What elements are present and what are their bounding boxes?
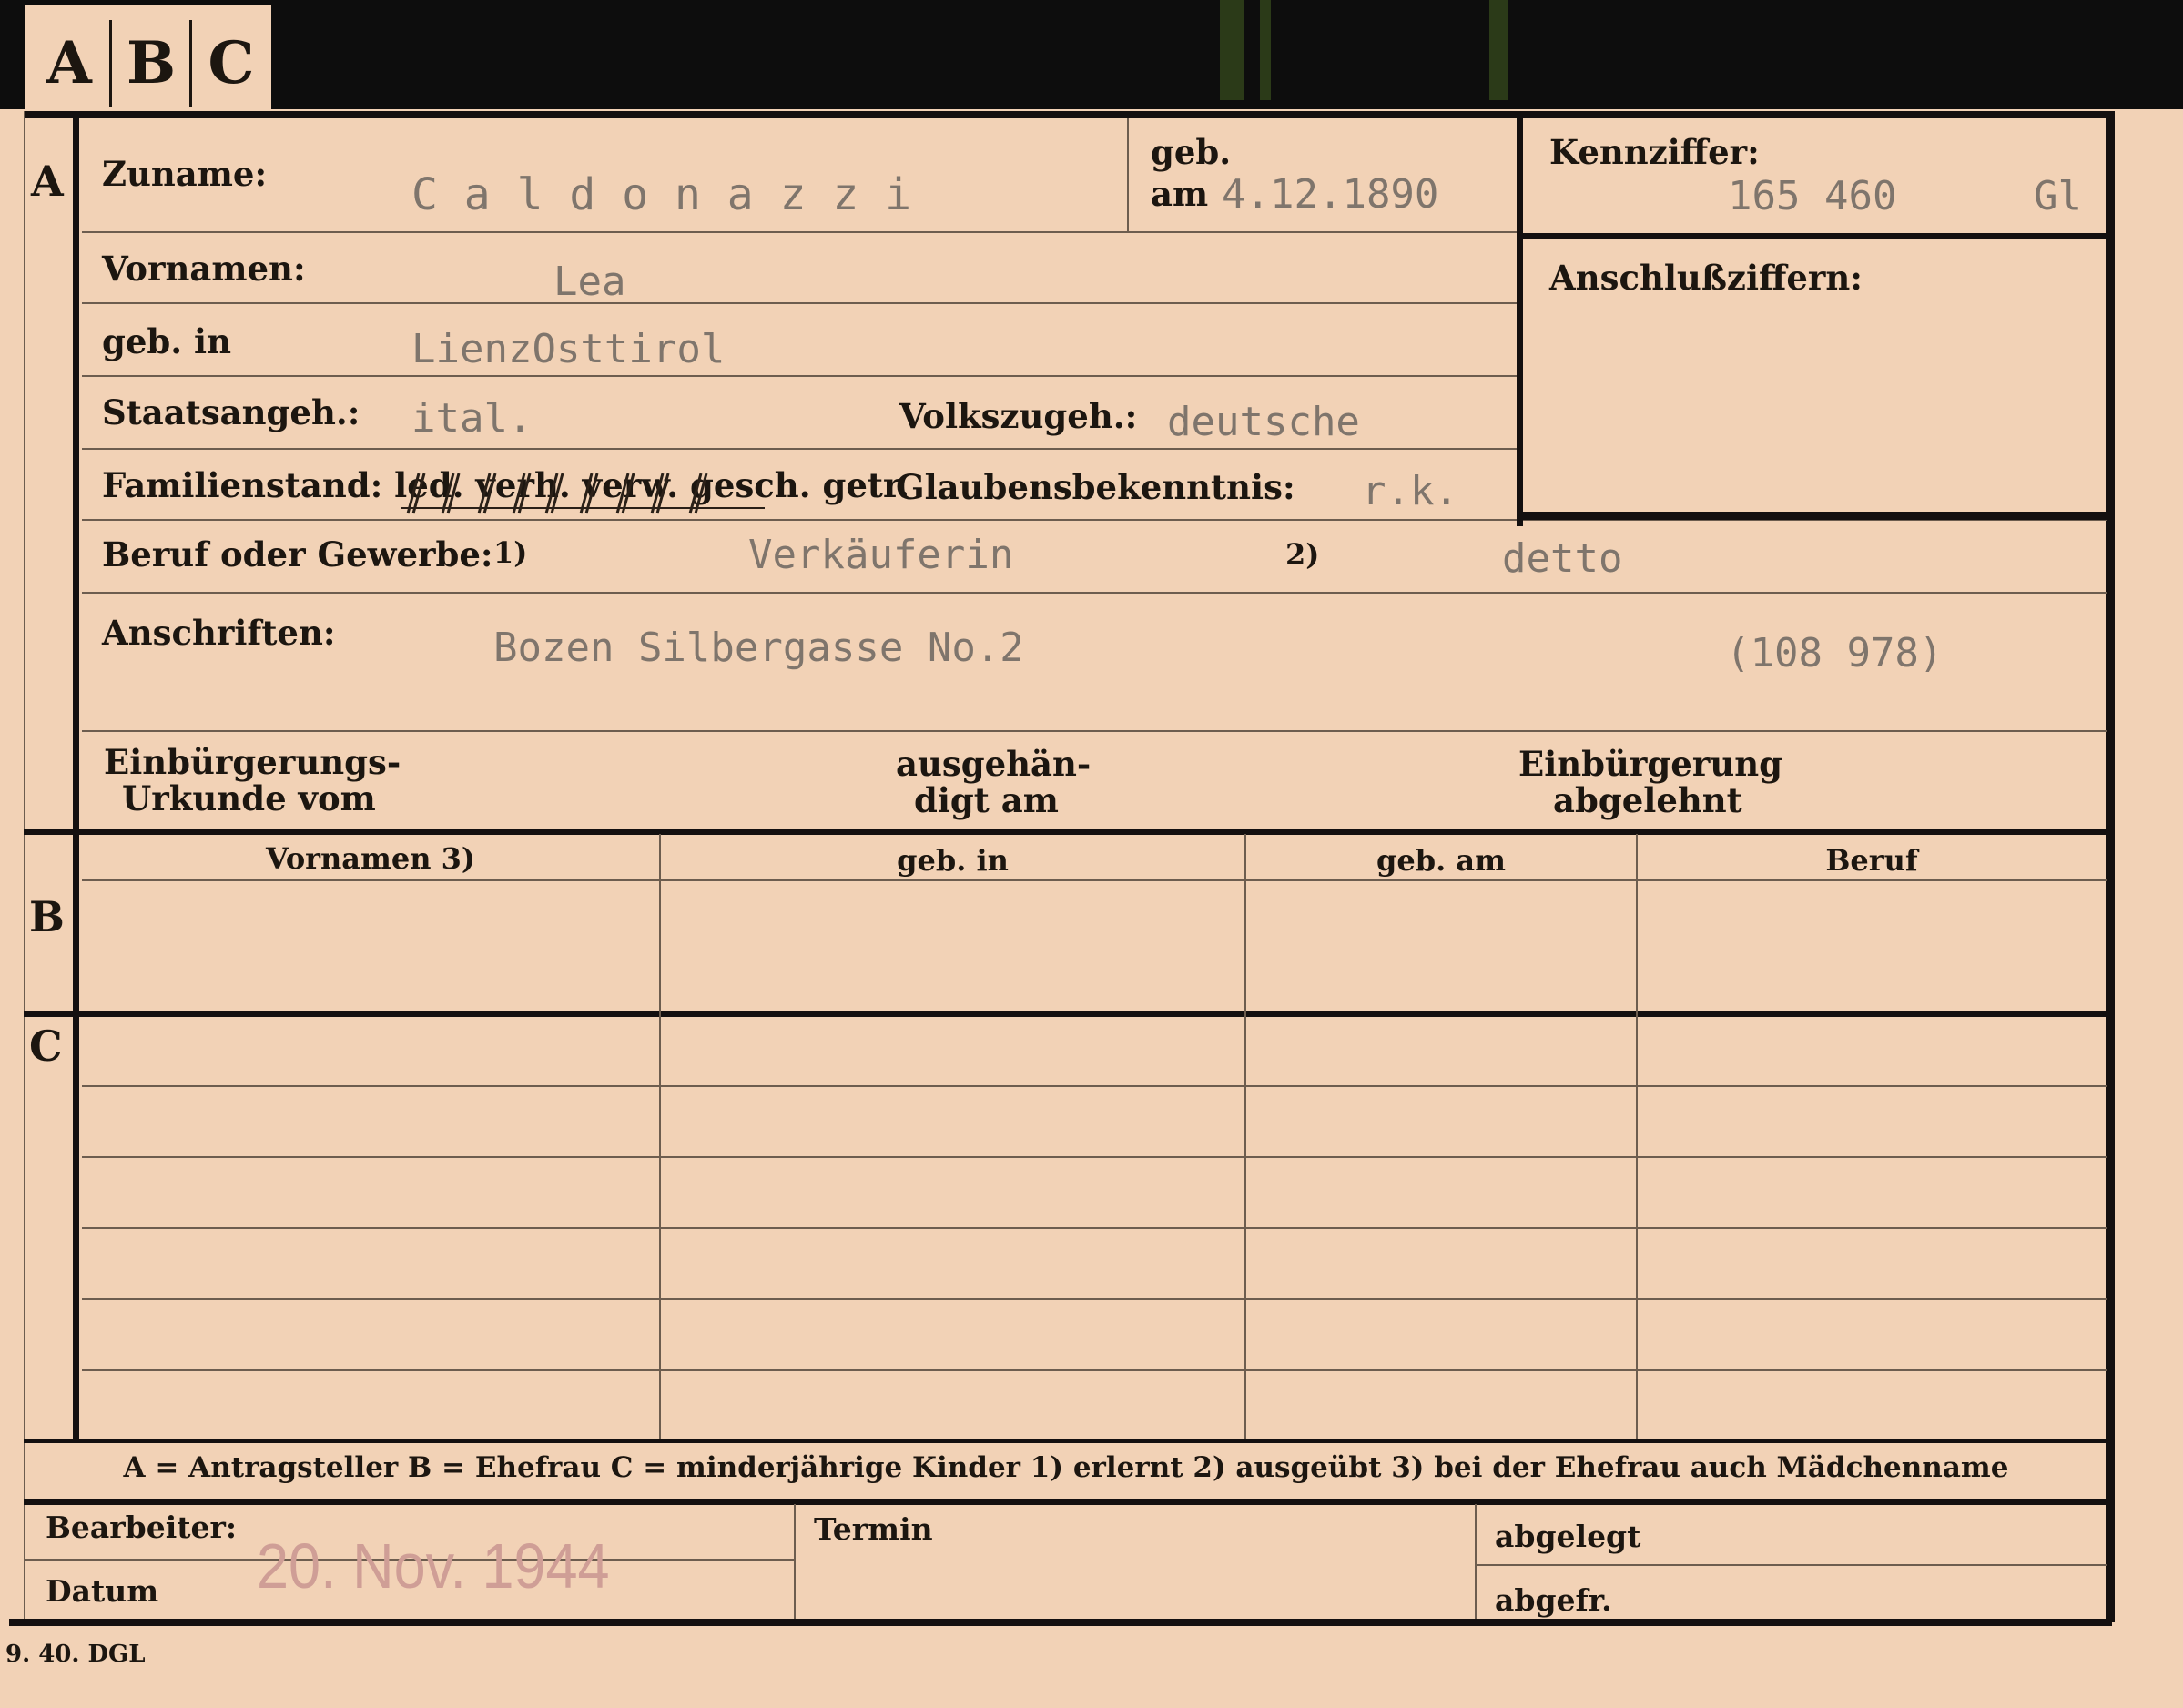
label-geb-in: geb. in xyxy=(102,321,232,361)
label-abgelegt: abgelegt xyxy=(1495,1519,1641,1554)
label-glaubensbekenntnis: Glaubensbekenntnis: xyxy=(896,467,1295,507)
print-code: 9. 40. DGL xyxy=(5,1641,146,1668)
section-letter-c: C xyxy=(29,1022,63,1071)
table-header-geb-am: geb. am xyxy=(1376,843,1506,878)
value-staatsangeh: ital. xyxy=(411,395,533,442)
value-anschrift: Bozen Silbergasse No.2 xyxy=(493,625,1024,671)
value-anschrift-nr: (108 978) xyxy=(1726,630,1944,676)
tab-c: C xyxy=(208,28,255,97)
label-vornamen: Vornamen: xyxy=(102,249,306,289)
value-kennziffer: 165 460 xyxy=(1728,173,1897,219)
legend-text: A = Antragsteller B = Ehefrau C = minder… xyxy=(123,1451,2009,1484)
value-kennziffer-code: Gl xyxy=(2034,173,2082,219)
label-termin: Termin xyxy=(814,1511,933,1547)
label-ausgehaendigt-line1: ausgehän- xyxy=(896,744,1092,784)
background-stripe xyxy=(1489,0,1508,100)
footnote-1: 1) xyxy=(493,535,528,570)
label-abgefr: abgefr. xyxy=(1495,1582,1612,1618)
label-bearbeiter: Bearbeiter: xyxy=(46,1510,238,1545)
section-letter-a: A xyxy=(31,157,64,206)
label-beruf-oder-gewerbe: Beruf oder Gewerbe: xyxy=(102,534,493,574)
label-einbuergerungsurkunde-line2: Urkunde vom xyxy=(122,778,376,818)
background-stripe xyxy=(1220,0,1244,100)
label-anschriften: Anschriften: xyxy=(102,613,336,653)
tab-b: B xyxy=(126,28,177,97)
value-vornamen: Lea xyxy=(553,259,626,305)
familienstand-strikes xyxy=(401,473,765,514)
table-header-geb-in: geb. in xyxy=(897,843,1009,878)
footnote-2: 2) xyxy=(1285,537,1320,572)
value-beruf-erlernt: Verkäuferin xyxy=(748,532,1014,578)
value-zuname: C a l d o n a z z i xyxy=(411,169,912,220)
label-am: am xyxy=(1151,174,1209,214)
date-stamp: 20. Nov. 1944 xyxy=(257,1530,610,1601)
value-beruf-ausgeuebt: detto xyxy=(1502,535,1623,582)
label-geb: geb. xyxy=(1151,132,1232,172)
table-header-beruf: Beruf xyxy=(1825,843,1918,878)
label-staatsangeh: Staatsangeh.: xyxy=(102,392,360,432)
background-stripe xyxy=(1260,0,1271,100)
value-glaubensbekenntnis: r.k. xyxy=(1362,468,1458,514)
label-volkszugeh: Volkszugeh.: xyxy=(899,396,1138,436)
label-ausgehaendigt-line2: digt am xyxy=(914,780,1059,820)
tab-a: A xyxy=(46,28,92,97)
table-header-vornamen: Vornamen 3) xyxy=(265,841,476,876)
section-letter-b: B xyxy=(29,892,65,941)
value-geb-am: 4.12.1890 xyxy=(1222,171,1439,218)
label-einbuergerung-abgelehnt-line2: abgelehnt xyxy=(1553,780,1742,820)
index-tabs: A B C xyxy=(25,5,271,111)
label-kennziffer: Kennziffer: xyxy=(1549,132,1760,172)
label-einbuergerungsurkunde-line1: Einbürgerungs- xyxy=(104,742,401,782)
label-zuname: Zuname: xyxy=(102,154,268,194)
label-einbuergerung-abgelehnt-line1: Einbürgerung xyxy=(1518,744,1783,784)
value-geb-in: LienzOsttirol xyxy=(411,326,726,372)
label-anschlussziffern: Anschlußziffern: xyxy=(1549,258,1863,298)
value-volkszugeh: deutsche xyxy=(1167,399,1360,445)
label-datum: Datum xyxy=(46,1573,159,1609)
